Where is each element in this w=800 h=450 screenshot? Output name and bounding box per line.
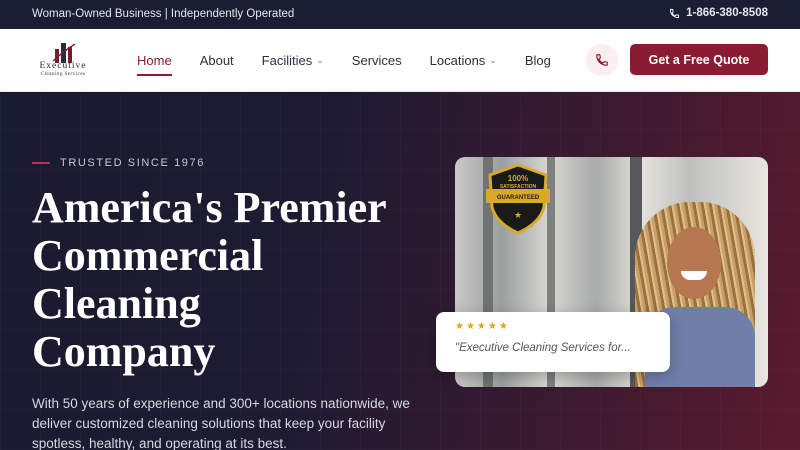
star-icon: ★ — [514, 210, 522, 220]
nav-item-locations[interactable]: Locations ⌄ — [430, 29, 497, 92]
hero-headline: America's Premier Commercial Cleaning Co… — [32, 184, 432, 376]
logo-building-icon — [52, 43, 76, 63]
eyebrow-divider — [32, 162, 50, 164]
satisfaction-guarantee-badge: 100% SATISFACTION GUARANTEED ★ — [486, 163, 550, 235]
nav-item-label: Services — [351, 53, 402, 68]
get-free-quote-button[interactable]: Get a Free Quote — [630, 44, 768, 75]
logo-subtitle: Cleaning Services — [40, 71, 86, 77]
topbar-phone-link[interactable]: 1-866-380-8508 — [669, 7, 768, 19]
top-bar: Woman-Owned Business | Independently Ope… — [0, 0, 800, 29]
business-tagline: Woman-Owned Business | Independently Ope… — [32, 8, 295, 20]
hero-description: With 50 years of experience and 300+ loc… — [32, 396, 410, 450]
nav-item-about[interactable]: About — [200, 29, 234, 92]
phone-icon — [670, 8, 680, 18]
logo-wordmark: Executive — [39, 61, 87, 71]
nav-item-label: Home — [137, 53, 172, 68]
person-face — [667, 227, 721, 299]
nav-item-label: Locations — [429, 53, 486, 68]
chevron-down-icon: ⌄ — [316, 55, 324, 65]
topbar-phone-number: 1-866-380-8508 — [686, 7, 768, 19]
headline-line: Commercial — [32, 231, 264, 280]
testimonial-quote: "Executive Cleaning Services for... — [455, 342, 631, 354]
chevron-down-icon: ⌄ — [489, 55, 497, 65]
rating-stars: ★★★★★ — [455, 321, 510, 332]
company-logo[interactable]: Executive Cleaning Services — [32, 41, 94, 81]
nav-item-blog[interactable]: Blog — [525, 29, 551, 92]
nav-item-services[interactable]: Services — [352, 29, 402, 92]
nav-item-home[interactable]: Home — [137, 29, 172, 92]
main-navigation: Executive Cleaning Services Home About F… — [0, 29, 800, 92]
nav-item-facilities[interactable]: Facilities ⌄ — [262, 29, 324, 92]
phone-icon — [596, 54, 608, 66]
call-button[interactable] — [586, 44, 618, 76]
nav-item-label: Blog — [524, 53, 551, 68]
nav-item-label: Facilities — [261, 53, 313, 68]
eyebrow-text: TRUSTED SINCE 1976 — [60, 157, 205, 169]
testimonial-card: ★★★★★ "Executive Cleaning Services for..… — [436, 312, 670, 372]
headline-line: America's Premier — [32, 183, 387, 232]
nav-item-label: About — [199, 53, 234, 68]
badge-line1: 100% — [508, 174, 528, 183]
hero-eyebrow: TRUSTED SINCE 1976 — [32, 157, 205, 169]
badge-line3: GUARANTEED — [497, 195, 540, 201]
nav-menu: Home About Facilities ⌄ Services Locatio… — [137, 29, 579, 92]
headline-line: Company — [32, 327, 216, 376]
badge-line2: SATISFACTION — [500, 184, 537, 190]
headline-line: Cleaning — [32, 279, 201, 328]
